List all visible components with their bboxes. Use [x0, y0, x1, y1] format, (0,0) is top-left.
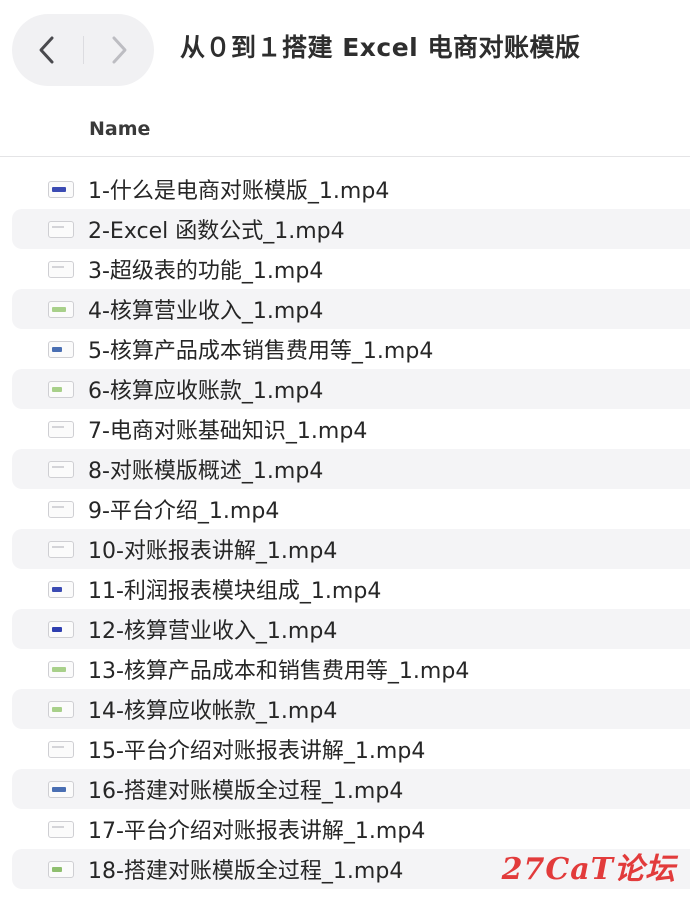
- list-header: Name: [0, 108, 690, 157]
- file-row[interactable]: 2-Excel 函数公式_1.mp4: [0, 209, 690, 249]
- video-thumbnail-icon: [48, 740, 74, 758]
- back-button[interactable]: [12, 14, 82, 86]
- forward-button[interactable]: [84, 14, 154, 86]
- video-thumbnail-icon: [48, 580, 74, 598]
- file-row[interactable]: 9-平台介绍_1.mp4: [0, 489, 690, 529]
- file-name: 9-平台介绍_1.mp4: [88, 499, 280, 524]
- file-row[interactable]: 14-核算应收帐款_1.mp4: [0, 689, 690, 729]
- video-thumbnail-icon: [48, 700, 74, 718]
- file-row[interactable]: 10-对账报表讲解_1.mp4: [0, 529, 690, 569]
- video-thumbnail-icon: [48, 380, 74, 398]
- video-thumbnail-icon: [48, 420, 74, 438]
- video-thumbnail-icon: [48, 500, 74, 518]
- file-name: 16-搭建对账模版全过程_1.mp4: [88, 779, 404, 804]
- file-name: 1-什么是电商对账模版_1.mp4: [88, 179, 390, 204]
- video-thumbnail-icon: [48, 180, 74, 198]
- file-name: 8-对账模版概述_1.mp4: [88, 459, 324, 484]
- file-row[interactable]: 7-电商对账基础知识_1.mp4: [0, 409, 690, 449]
- video-thumbnail-icon: [48, 260, 74, 278]
- file-row[interactable]: 16-搭建对账模版全过程_1.mp4: [0, 769, 690, 809]
- window-title: 从０到１搭建 Excel 电商对账模版: [180, 33, 581, 62]
- video-thumbnail-icon: [48, 780, 74, 798]
- toolbar: 从０到１搭建 Excel 电商对账模版: [0, 0, 690, 100]
- file-row[interactable]: 12-核算营业收入_1.mp4: [0, 609, 690, 649]
- watermark: 27CaT论坛: [501, 852, 676, 887]
- video-thumbnail-icon: [48, 300, 74, 318]
- file-name: 18-搭建对账模版全过程_1.mp4: [88, 859, 404, 884]
- column-header-name[interactable]: Name: [89, 118, 150, 140]
- video-thumbnail-icon: [48, 220, 74, 238]
- file-name: 12-核算营业收入_1.mp4: [88, 619, 338, 644]
- video-thumbnail-icon: [48, 620, 74, 638]
- video-thumbnail-icon: [48, 860, 74, 878]
- file-row[interactable]: 17-平台介绍对账报表讲解_1.mp4: [0, 809, 690, 849]
- file-name: 5-核算产品成本销售费用等_1.mp4: [88, 339, 434, 364]
- video-thumbnail-icon: [48, 340, 74, 358]
- finder-window: 从０到１搭建 Excel 电商对账模版 Name 1-什么是电商对账模版_1.m…: [0, 0, 690, 910]
- file-name: 11-利润报表模块组成_1.mp4: [88, 579, 382, 604]
- video-thumbnail-icon: [48, 660, 74, 678]
- file-name: 13-核算产品成本和销售费用等_1.mp4: [88, 659, 470, 684]
- video-thumbnail-icon: [48, 820, 74, 838]
- file-name: 15-平台介绍对账报表讲解_1.mp4: [88, 739, 426, 764]
- file-row[interactable]: 6-核算应收账款_1.mp4: [0, 369, 690, 409]
- file-name: 6-核算应收账款_1.mp4: [88, 379, 324, 404]
- file-row[interactable]: 1-什么是电商对账模版_1.mp4: [0, 169, 690, 209]
- file-name: 14-核算应收帐款_1.mp4: [88, 699, 338, 724]
- video-thumbnail-icon: [48, 460, 74, 478]
- file-name: 4-核算营业收入_1.mp4: [88, 299, 324, 324]
- video-thumbnail-icon: [48, 540, 74, 558]
- navigation-controls: [12, 14, 154, 86]
- file-name: 3-超级表的功能_1.mp4: [88, 259, 324, 284]
- chevron-left-icon: [39, 36, 54, 64]
- file-name: 10-对账报表讲解_1.mp4: [88, 539, 338, 564]
- file-row[interactable]: 5-核算产品成本销售费用等_1.mp4: [0, 329, 690, 369]
- file-row[interactable]: 8-对账模版概述_1.mp4: [0, 449, 690, 489]
- file-row[interactable]: 4-核算营业收入_1.mp4: [0, 289, 690, 329]
- file-list: 1-什么是电商对账模版_1.mp4 2-Excel 函数公式_1.mp4 3-超级表…: [0, 169, 690, 889]
- file-name: 7-电商对账基础知识_1.mp4: [88, 419, 368, 444]
- chevron-right-icon: [112, 36, 127, 64]
- file-name: 2-Excel 函数公式_1.mp4: [88, 219, 345, 244]
- file-name: 17-平台介绍对账报表讲解_1.mp4: [88, 819, 426, 844]
- file-row[interactable]: 11-利润报表模块组成_1.mp4: [0, 569, 690, 609]
- file-row[interactable]: 3-超级表的功能_1.mp4: [0, 249, 690, 289]
- file-row[interactable]: 15-平台介绍对账报表讲解_1.mp4: [0, 729, 690, 769]
- file-row[interactable]: 13-核算产品成本和销售费用等_1.mp4: [0, 649, 690, 689]
